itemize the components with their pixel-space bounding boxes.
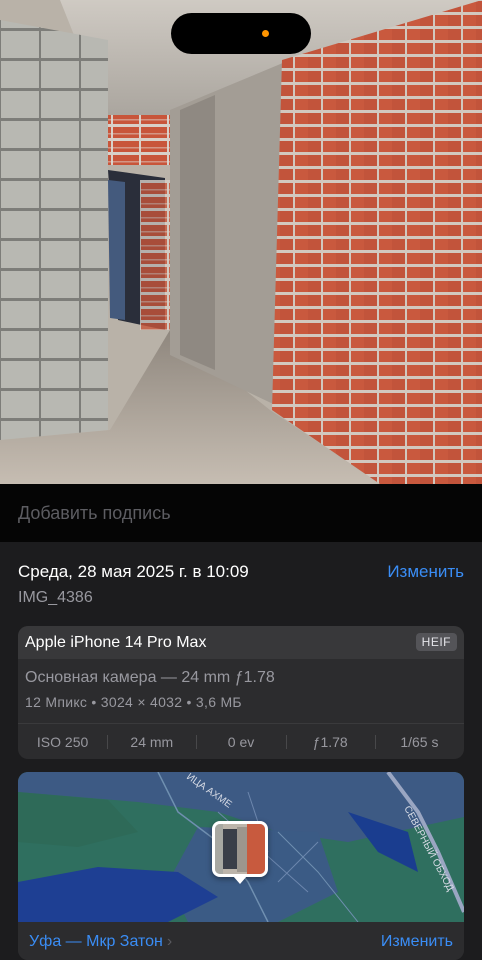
photo-view[interactable] bbox=[0, 0, 482, 484]
map-footer: Уфа — Мкр Затон › Изменить bbox=[18, 922, 464, 960]
camera-model: Apple iPhone 14 Pro Max bbox=[25, 634, 207, 651]
caption-bar[interactable]: Добавить подпись bbox=[0, 484, 482, 542]
camera-info-card: Apple iPhone 14 Pro Max HEIF Основная ка… bbox=[18, 626, 464, 759]
privacy-indicator-dot bbox=[262, 30, 269, 37]
location-label: Уфа — Мкр Затон bbox=[29, 933, 163, 950]
exif-row: ISO 250 24 mm 0 ev ƒ1.78 1/65 s bbox=[18, 723, 464, 759]
edit-location-button[interactable]: Изменить bbox=[381, 933, 453, 951]
exif-shutter-speed: 1/65 s bbox=[374, 724, 464, 759]
map-photo-pin[interactable] bbox=[212, 821, 268, 884]
image-spec: 12 Мпикс • 3024 × 4032 • 3,6 МБ bbox=[25, 694, 242, 710]
lens-info: Основная камера — 24 mm ƒ1.78 bbox=[25, 669, 275, 686]
caption-input[interactable]: Добавить подпись bbox=[18, 503, 171, 524]
exif-aperture: ƒ1.78 bbox=[285, 724, 375, 759]
exif-focal-length: 24 mm bbox=[107, 724, 196, 759]
photo-image bbox=[0, 0, 482, 484]
camera-card-header: Apple iPhone 14 Pro Max HEIF bbox=[18, 626, 464, 659]
pin-thumbnail-image bbox=[215, 824, 265, 874]
edit-date-button[interactable]: Изменить bbox=[387, 562, 464, 582]
chevron-right-icon: › bbox=[166, 933, 173, 950]
info-sheet: Среда, 28 мая 2025 г. в 10:09 Изменить I… bbox=[0, 542, 482, 960]
photo-filename: IMG_4386 bbox=[18, 589, 93, 606]
exif-exposure-bias: 0 ev bbox=[196, 724, 285, 759]
exif-iso: ISO 250 bbox=[36, 734, 89, 750]
dynamic-island bbox=[171, 13, 311, 54]
map-card[interactable]: ИЦА АХМЕ СЕВЕРНЫЙ ОБХОД Уфа — Мкр Затон ›… bbox=[18, 772, 464, 960]
location-link[interactable]: Уфа — Мкр Затон › bbox=[29, 933, 172, 951]
format-badge: HEIF bbox=[415, 633, 457, 651]
photo-date: Среда, 28 мая 2025 г. в 10:09 bbox=[18, 562, 249, 581]
